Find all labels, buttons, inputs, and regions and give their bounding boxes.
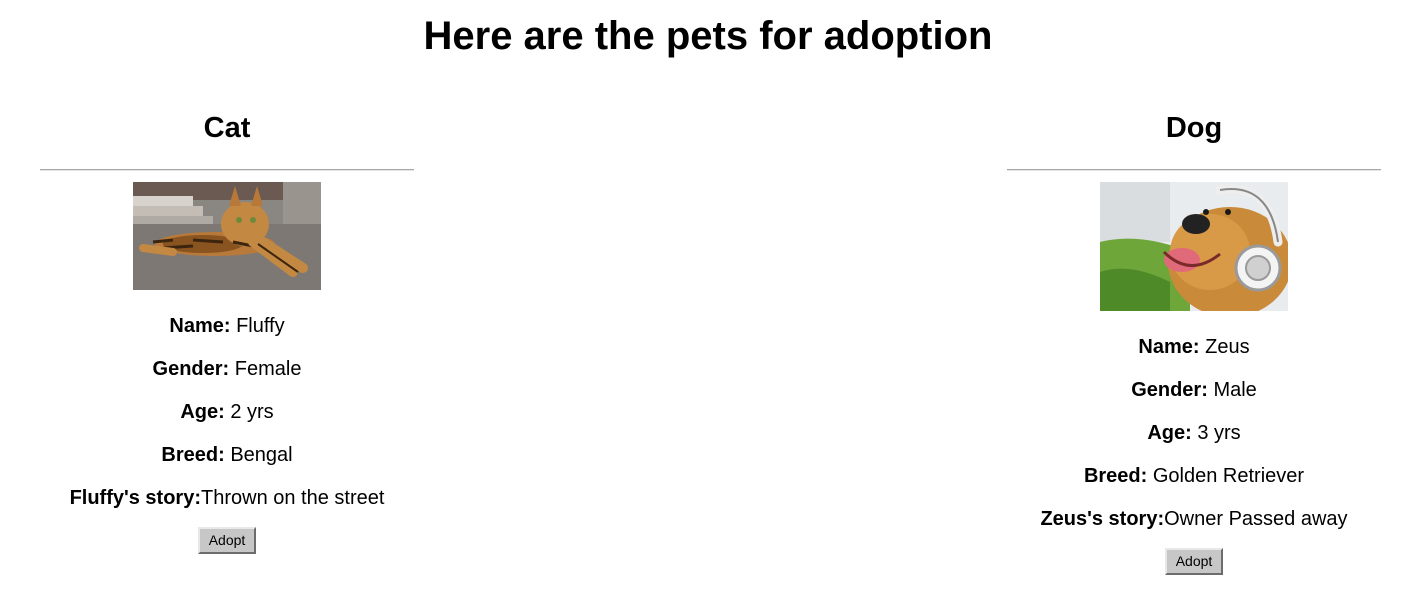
story-row: Fluffy's story:Thrown on the street	[40, 486, 414, 529]
age-label: Age:	[1147, 422, 1192, 444]
pet-type-heading: Cat	[203, 112, 251, 144]
breed-row: Breed: Bengal	[40, 443, 414, 486]
name-value: Fluffy	[236, 315, 285, 337]
age-row: Age: 3 yrs	[1007, 421, 1381, 464]
adopt-button-cat[interactable]: Adopt	[197, 527, 257, 554]
age-row: Age: 2 yrs	[40, 400, 414, 443]
gender-row: Gender: Female	[40, 357, 414, 400]
age-label: Age:	[180, 401, 225, 423]
dog-photo	[1100, 182, 1288, 311]
page-title: Here are the pets for adoption	[423, 14, 993, 58]
breed-row: Breed: Golden Retriever	[1007, 464, 1381, 507]
name-label: Name:	[169, 315, 231, 337]
breed-value: Bengal	[230, 444, 293, 466]
pet-type-heading: Dog	[1165, 112, 1223, 144]
adopt-button-dog[interactable]: Adopt	[1164, 548, 1224, 575]
pet-card-cat: Cat Name: Fluffy Gender: Female Age: 2 y…	[40, 106, 414, 554]
story-label: Zeus's story:	[1040, 508, 1165, 530]
breed-label: Breed:	[161, 444, 225, 466]
name-row: Name: Zeus	[1007, 335, 1381, 378]
divider	[40, 169, 414, 171]
story-value: Owner Passed away	[1164, 508, 1348, 530]
gender-label: Gender:	[1131, 379, 1208, 401]
pet-info-list: Name: Fluffy Gender: Female Age: 2 yrs B…	[40, 314, 414, 529]
divider	[1007, 169, 1381, 171]
breed-value: Golden Retriever	[1152, 465, 1305, 487]
age-value: 2 yrs	[230, 401, 274, 423]
cat-photo	[133, 182, 321, 290]
gender-row: Gender: Male	[1007, 378, 1381, 421]
gender-label: Gender:	[152, 358, 230, 380]
gender-value: Female	[234, 358, 302, 380]
name-row: Name: Fluffy	[40, 314, 414, 357]
gender-value: Male	[1213, 379, 1257, 401]
story-row: Zeus's story:Owner Passed away	[1007, 507, 1381, 550]
age-value: 3 yrs	[1197, 422, 1241, 444]
pet-card-dog: Dog Name: Zeus Gender: Male Age: 3 yrs B…	[1007, 106, 1381, 575]
breed-label: Breed:	[1083, 465, 1148, 487]
story-label: Fluffy's story:	[69, 487, 201, 509]
pet-info-list: Name: Zeus Gender: Male Age: 3 yrs Breed…	[1007, 335, 1381, 550]
name-label: Name:	[1138, 336, 1200, 358]
name-value: Zeus	[1205, 336, 1250, 358]
story-value: Thrown on the street	[201, 487, 385, 509]
pet-adoption-page: Here are the pets for adoption Cat Name:…	[0, 0, 1416, 614]
